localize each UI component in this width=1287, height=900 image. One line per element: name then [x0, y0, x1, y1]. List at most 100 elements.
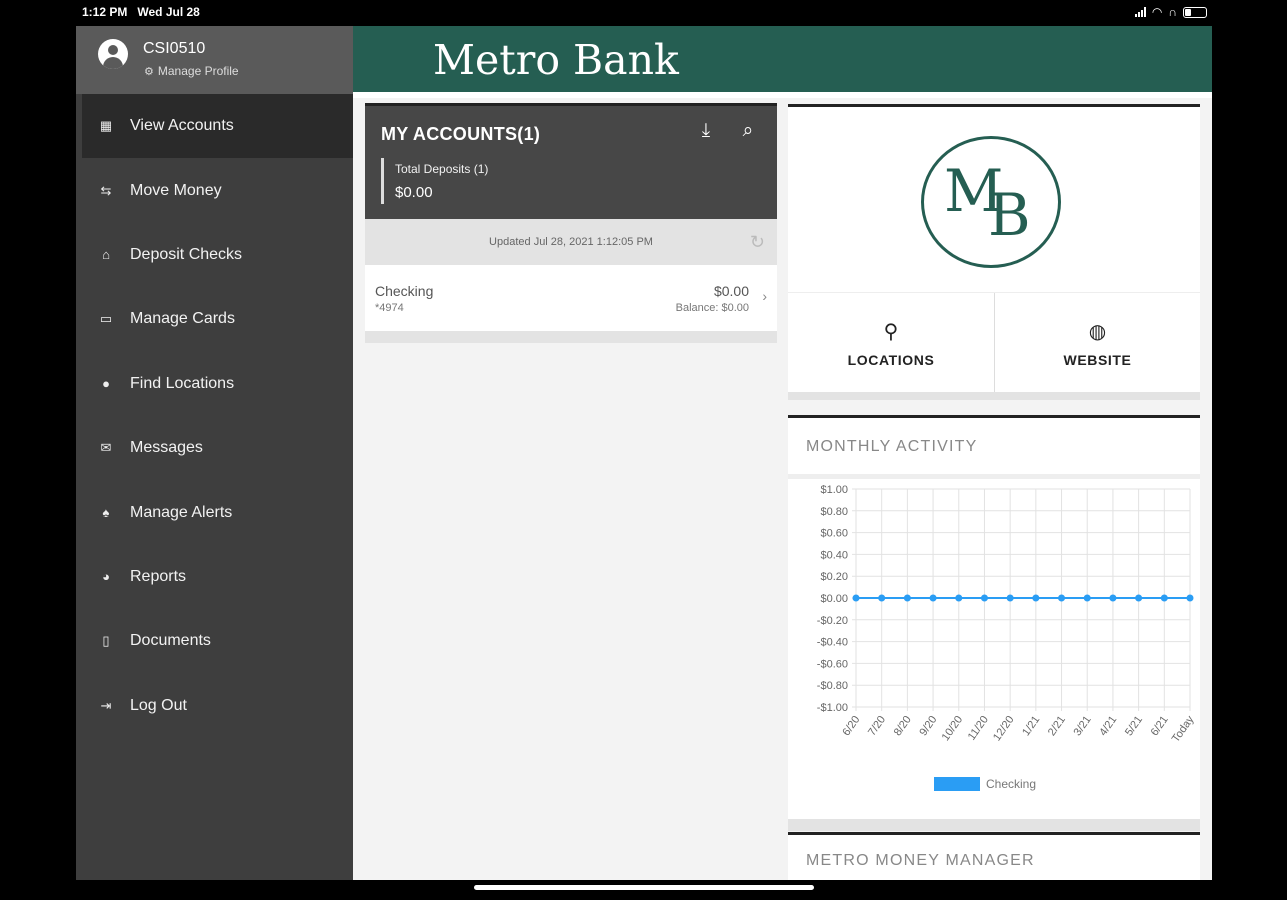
battery-icon: [1183, 6, 1207, 18]
data-point: [903, 594, 911, 602]
status-bar: 1:12 PM Wed Jul 28 ◠ ∩: [82, 2, 1207, 22]
brand-title: Metro Bank: [433, 36, 679, 84]
data-point: [852, 594, 860, 602]
x-tick-label: 1/21: [1020, 714, 1042, 738]
accounts-header: MY ACCOUNTS(1) ⤓ ⌕ Total Deposits (1) $0…: [365, 103, 777, 219]
account-balance: Balance: $0.00: [675, 302, 749, 314]
locations-button[interactable]: ⚲ LOCATIONS: [788, 293, 994, 393]
bank-logo-card: M B: [788, 104, 1200, 292]
manage-profile-link[interactable]: ⚙ Manage Profile: [144, 64, 239, 78]
app-window: CSI0510 ⚙ Manage Profile ▦ View Accounts ⇆ M…: [76, 26, 1212, 880]
home-indicator[interactable]: [474, 885, 814, 890]
download-icon: ⤓: [701, 120, 711, 141]
x-tick-label: 11/20: [966, 714, 991, 743]
total-deposits-label: Total Deposits (1): [395, 162, 489, 176]
sidebar-item-log-out[interactable]: ⇥ Log Out: [82, 674, 353, 738]
legend-label: Checking: [986, 777, 1036, 791]
y-tick-label: -$0.60: [817, 658, 848, 670]
search-icon: ⌕: [742, 120, 754, 141]
download-button[interactable]: ⤓: [693, 120, 719, 146]
sidebar-item-label: Deposit Checks: [130, 245, 243, 263]
status-time: 1:12 PM Wed Jul 28: [82, 5, 200, 19]
sidebar-item-deposit-checks[interactable]: ⌂ Deposit Checks: [82, 223, 353, 287]
x-tick-label: Today: [1170, 713, 1197, 744]
sidebar-item-reports[interactable]: ◕ Reports: [82, 545, 353, 609]
refresh-icon[interactable]: ↻: [750, 219, 765, 265]
avatar-icon: [98, 39, 128, 69]
sidebar-item-view-accounts[interactable]: ▦ View Accounts: [82, 94, 353, 159]
monthly-activity-chart: $1.00 $0.80 $0.60 $0.40 $0.20 $0.00 -$0.20 -$0.…: [817, 484, 1197, 791]
bank-logo: M B: [921, 136, 1061, 268]
account-amount: $0.00: [713, 283, 749, 299]
sidebar-item-move-money[interactable]: ⇆ Move Money: [82, 158, 353, 222]
total-deposits-amount: $0.00: [395, 184, 433, 201]
sidebar-item-label: View Accounts: [130, 117, 234, 135]
account-row-checking[interactable]: Checking *4974 $0.00 Balance: $0.00 ›: [365, 265, 777, 331]
pie-chart-icon: ◕: [102, 569, 110, 585]
account-name: Checking: [375, 283, 434, 299]
search-button[interactable]: ⌕: [735, 120, 761, 146]
screen: 1:12 PM Wed Jul 28 ◠ ∩ CSI0510 ⚙ Manage P…: [0, 0, 1287, 900]
sidebar-item-documents[interactable]: ▯ Documents: [82, 609, 353, 673]
data-point: [1006, 594, 1014, 602]
sidebar-item-manage-cards[interactable]: ▭ Manage Cards: [82, 287, 353, 351]
sidebar-item-label: Manage Cards: [130, 310, 235, 328]
x-tick-label: 12/20: [991, 714, 1017, 743]
location-pin-icon: ⚲: [883, 321, 899, 343]
quick-links-footer: [788, 392, 1200, 400]
x-tick-label: 4/21: [1097, 714, 1119, 738]
data-point: [1186, 594, 1194, 602]
sidebar-item-label: Documents: [130, 632, 211, 650]
locations-label: LOCATIONS: [847, 352, 935, 368]
globe-icon: ◍: [1088, 321, 1107, 343]
x-tick-label: 7/20: [866, 714, 888, 738]
chevron-right-icon: ›: [762, 288, 767, 304]
data-point: [1109, 594, 1117, 602]
sidebar-item-label: Reports: [130, 567, 187, 585]
sidebar-nav: ▦ View Accounts ⇆ Move Money ⌂ Deposit Checks…: [82, 94, 353, 738]
monthly-activity-card: MONTHLY ACTIVITY $1.00 $0.80 $0.60 $0.40 $0.…: [788, 415, 1200, 819]
data-point: [878, 594, 886, 602]
monthly-activity-title: MONTHLY ACTIVITY: [806, 438, 978, 455]
transfer-icon: ⇆: [100, 182, 112, 198]
y-tick-label: $0.00: [820, 593, 848, 605]
sidebar-item-find-locations[interactable]: ● Find Locations: [82, 352, 353, 416]
sidebar-item-label: Messages: [130, 439, 203, 457]
sidebar-item-label: Find Locations: [130, 374, 235, 392]
sidebar-item-label: Move Money: [130, 181, 222, 199]
y-tick-label: -$0.80: [817, 680, 848, 692]
sidebar: CSI0510 ⚙ Manage Profile ▦ View Accounts ⇆ M…: [76, 26, 353, 880]
website-button[interactable]: ◍ WEBSITE: [994, 293, 1200, 393]
x-tick-label: 5/21: [1123, 714, 1145, 738]
logout-icon: ⇥: [100, 697, 112, 713]
data-point: [1135, 594, 1143, 602]
x-tick-label: 6/20: [840, 714, 862, 738]
cellular-signal-icon: [1134, 7, 1146, 17]
location-pin-icon: ●: [102, 376, 110, 392]
total-deposits: Total Deposits (1) $0.00: [381, 158, 488, 204]
y-tick-label: -$1.00: [817, 702, 848, 714]
sidebar-item-manage-alerts[interactable]: ♠ Manage Alerts: [82, 480, 353, 544]
x-tick-label: 3/21: [1072, 714, 1094, 738]
updated-timestamp: Updated Jul 28, 2021 1:12:05 PM: [489, 236, 653, 248]
x-tick-label: 9/20: [917, 714, 939, 738]
sidebar-item-label: Log Out: [130, 696, 187, 714]
website-label: WEBSITE: [1063, 352, 1132, 368]
x-tick-label: 2/21: [1046, 714, 1068, 738]
data-point: [1058, 594, 1066, 602]
wifi-icon: ◠: [1151, 5, 1163, 19]
accounts-title: MY ACCOUNTS(1): [381, 124, 541, 144]
headphones-icon: ∩: [1168, 5, 1177, 19]
y-tick-label: -$0.40: [817, 637, 848, 649]
accounts-footer: [365, 331, 777, 343]
updated-bar: Updated Jul 28, 2021 1:12:05 PM ↻: [365, 219, 777, 265]
sidebar-item-messages[interactable]: ✉ Messages: [82, 416, 353, 480]
data-point: [1032, 594, 1040, 602]
data-point: [1083, 594, 1091, 602]
data-point: [955, 594, 963, 602]
profile-header[interactable]: CSI0510 ⚙ Manage Profile: [76, 26, 353, 94]
account-number: *4974: [375, 302, 404, 314]
y-tick-label: $0.20: [820, 571, 848, 583]
profile-username: CSI0510: [143, 40, 206, 57]
quick-links: ⚲ LOCATIONS ◍ WEBSITE: [788, 292, 1200, 393]
